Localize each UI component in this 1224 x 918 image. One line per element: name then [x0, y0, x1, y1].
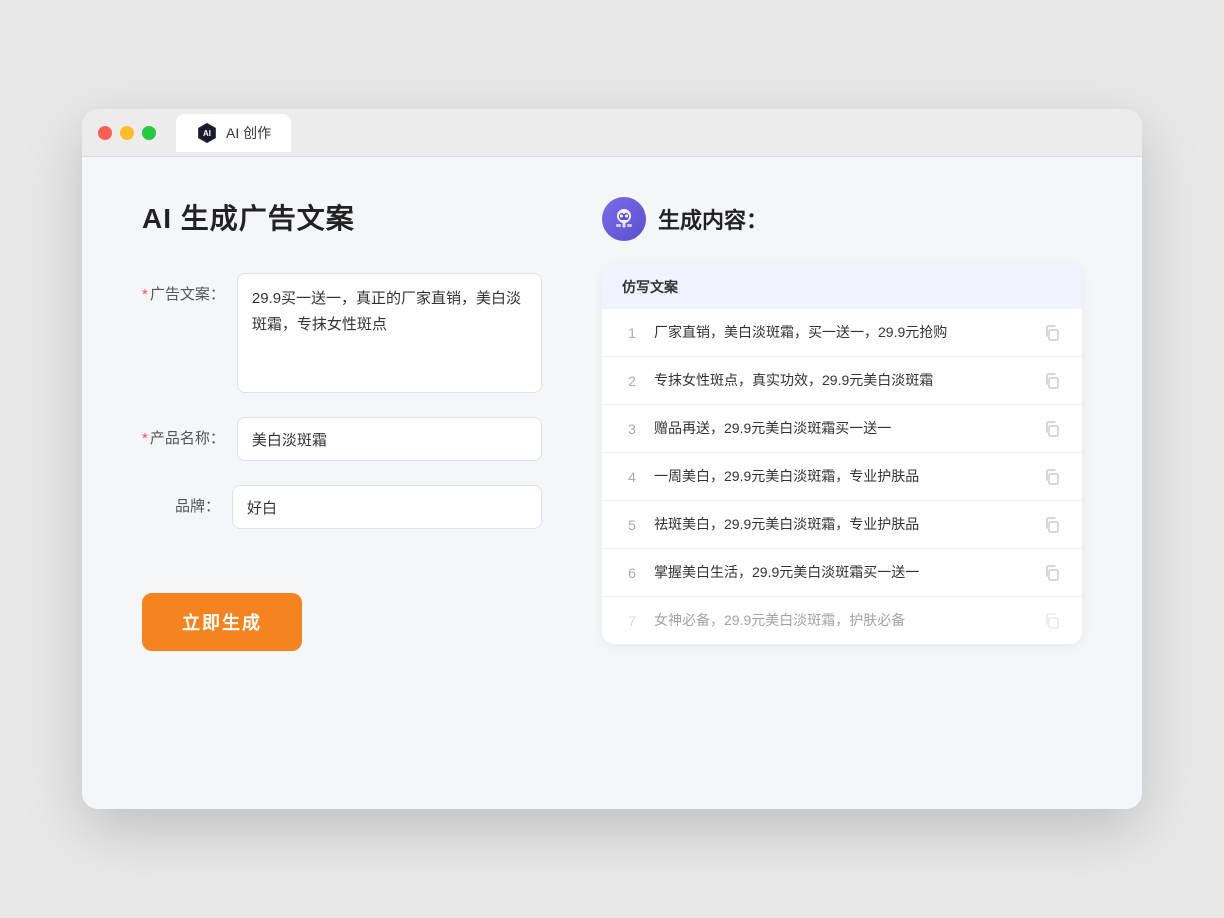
row-text: 祛斑美白，29.9元美白淡斑霜，专业护肤品 [654, 514, 1030, 535]
row-number: 5 [622, 517, 642, 533]
maximize-button[interactable] [142, 126, 156, 140]
close-button[interactable] [98, 126, 112, 140]
results-section-title: 生成内容： [658, 203, 768, 235]
copy-button[interactable] [1042, 323, 1062, 343]
results-column-header: 仿写文案 [602, 265, 1082, 309]
minimize-button[interactable] [120, 126, 134, 140]
bot-icon-wrapper [602, 197, 646, 241]
required-star-1: * [142, 286, 148, 303]
copy-button[interactable] [1042, 563, 1062, 583]
row-text: 掌握美白生活，29.9元美白淡斑霜买一送一 [654, 562, 1030, 583]
tab-label: AI 创作 [226, 123, 271, 143]
left-panel: AI 生成广告文案 *广告文案： *产品名称： 品牌： 立即生成 [142, 197, 542, 737]
result-row: 4 一周美白，29.9元美白淡斑霜，专业护肤品 [602, 453, 1082, 501]
copy-button[interactable] [1042, 611, 1062, 631]
product-name-label: *产品名称： [142, 417, 237, 448]
result-row: 5 祛斑美白，29.9元美白淡斑霜，专业护肤品 [602, 501, 1082, 549]
product-name-input[interactable] [237, 417, 542, 461]
row-number: 2 [622, 373, 642, 389]
result-row: 2 专抹女性斑点，真实功效，29.9元美白淡斑霜 [602, 357, 1082, 405]
ad-copy-label: *广告文案： [142, 273, 237, 304]
page-title: AI 生成广告文案 [142, 197, 542, 237]
browser-window: AI AI 创作 AI 生成广告文案 *广告文案： *产品名称： [82, 109, 1142, 809]
row-number: 4 [622, 469, 642, 485]
result-row: 3 赠品再送，29.9元美白淡斑霜买一送一 [602, 405, 1082, 453]
required-star-2: * [142, 430, 148, 447]
browser-content: AI 生成广告文案 *广告文案： *产品名称： 品牌： 立即生成 [82, 157, 1142, 777]
row-text: 厂家直销，美白淡斑霜，买一送一，29.9元抢购 [654, 322, 1030, 343]
ad-copy-group: *广告文案： [142, 273, 542, 393]
row-text: 专抹女性斑点，真实功效，29.9元美白淡斑霜 [654, 370, 1030, 391]
results-table: 仿写文案 1 厂家直销，美白淡斑霜，买一送一，29.9元抢购 2 专抹女性斑点，真实… [602, 265, 1082, 644]
brand-label: 品牌： [142, 485, 232, 516]
row-text: 女神必备，29.9元美白淡斑霜，护肤必备 [654, 610, 1030, 631]
browser-titlebar: AI AI 创作 [82, 109, 1142, 157]
product-name-group: *产品名称： [142, 417, 542, 461]
right-panel: 生成内容： 仿写文案 1 厂家直销，美白淡斑霜，买一送一，29.9元抢购 2 专抹女… [602, 197, 1082, 737]
copy-button[interactable] [1042, 515, 1062, 535]
row-number: 7 [622, 613, 642, 629]
traffic-lights [98, 126, 156, 140]
copy-button[interactable] [1042, 467, 1062, 487]
result-row: 6 掌握美白生活，29.9元美白淡斑霜买一送一 [602, 549, 1082, 597]
ai-logo-icon: AI [196, 122, 218, 144]
ad-copy-input[interactable] [237, 273, 542, 393]
result-row: 7 女神必备，29.9元美白淡斑霜，护肤必备 [602, 597, 1082, 644]
brand-group: 品牌： [142, 485, 542, 529]
result-row: 1 厂家直销，美白淡斑霜，买一送一，29.9元抢购 [602, 309, 1082, 357]
copy-button[interactable] [1042, 419, 1062, 439]
results-list: 1 厂家直销，美白淡斑霜，买一送一，29.9元抢购 2 专抹女性斑点，真实功效，29… [602, 309, 1082, 644]
brand-input[interactable] [232, 485, 542, 529]
row-number: 6 [622, 565, 642, 581]
bot-icon [611, 206, 637, 232]
row-text: 一周美白，29.9元美白淡斑霜，专业护肤品 [654, 466, 1030, 487]
generate-button[interactable]: 立即生成 [142, 593, 302, 651]
row-number: 1 [622, 325, 642, 341]
row-text: 赠品再送，29.9元美白淡斑霜买一送一 [654, 418, 1030, 439]
svg-text:AI: AI [203, 129, 211, 138]
browser-tab[interactable]: AI AI 创作 [176, 114, 291, 152]
row-number: 3 [622, 421, 642, 437]
copy-button[interactable] [1042, 371, 1062, 391]
results-header-section: 生成内容： [602, 197, 1082, 241]
